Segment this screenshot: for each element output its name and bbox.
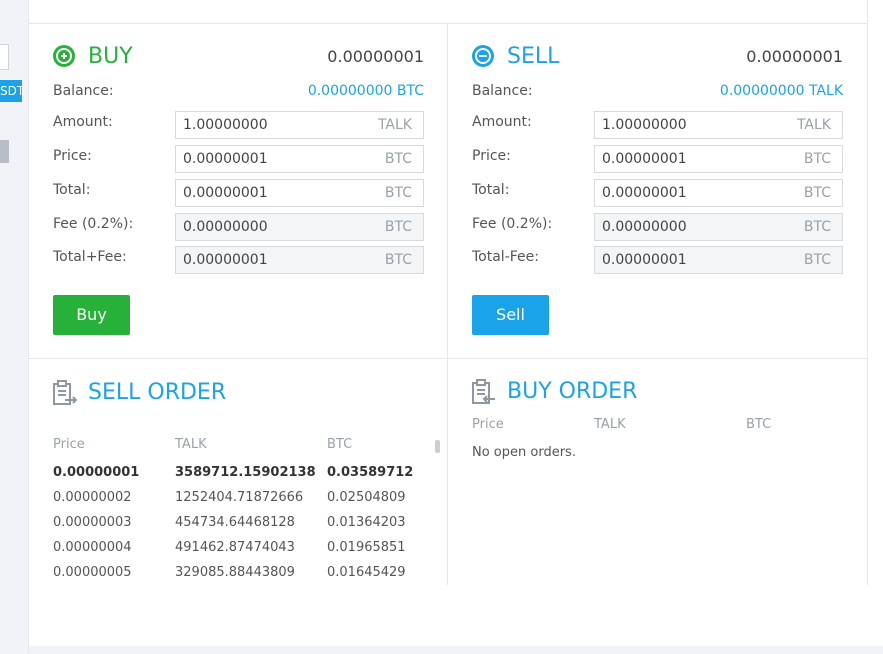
sell-total-fee-field: 0.00000001 BTC: [594, 246, 843, 274]
sell-order-rows: 0.00000001 3589712.15902138 0.03589712 0…: [53, 465, 433, 590]
buy-balance-value[interactable]: 0.00000000 BTC: [308, 83, 424, 99]
sell-total-fee-label: Total-Fee:: [472, 249, 539, 265]
buy-title: BUY: [88, 44, 133, 69]
buy-amount-input[interactable]: 1.00000000 TALK: [175, 111, 424, 139]
divider: [29, 23, 868, 24]
field-unit: BTC: [803, 185, 831, 201]
sell-amount-label: Amount:: [472, 114, 532, 130]
field-unit: BTC: [384, 252, 412, 268]
buy-price-input[interactable]: 0.00000001 BTC: [175, 145, 424, 173]
column-header-talk: TALK: [175, 437, 207, 452]
order-talk: 491462.87474043: [175, 540, 295, 555]
buy-total-input[interactable]: 0.00000001 BTC: [175, 179, 424, 207]
field-value: 0.00000001: [602, 252, 687, 268]
order-btc: 0.02504809: [327, 490, 406, 505]
sell-price-label: Price:: [472, 148, 511, 164]
right-margin: [868, 0, 883, 585]
sell-price-display: 0.00000001: [746, 47, 843, 66]
sell-amount-input[interactable]: 1.00000000 TALK: [594, 111, 843, 139]
buy-price-label: Price:: [53, 148, 92, 164]
column-header-btc: BTC: [327, 437, 353, 452]
order-row[interactable]: 0.00000002 1252404.71872666 0.02504809: [53, 490, 433, 515]
left-sidebar-strip: SDT: [0, 0, 29, 654]
buy-fee-field: 0.00000000 BTC: [175, 213, 424, 241]
sell-title: SELL: [507, 44, 560, 69]
field-unit: BTC: [803, 151, 831, 167]
sell-fee-label: Fee (0.2%):: [472, 216, 553, 232]
buy-button[interactable]: Buy: [53, 295, 130, 335]
footer-strip: [29, 646, 883, 654]
market-badge[interactable]: SDT: [0, 80, 22, 102]
buy-total-label: Total:: [53, 182, 91, 198]
sell-button[interactable]: Sell: [472, 295, 549, 335]
sidebar-search-input[interactable]: [0, 44, 9, 70]
order-list-icon: [53, 380, 77, 405]
no-orders-message: No open orders.: [472, 445, 576, 460]
field-value: 1.00000000: [183, 117, 268, 133]
order-row[interactable]: 0.00000005 329085.88443809 0.01645429: [53, 565, 433, 590]
order-price: 0.00000003: [53, 515, 132, 530]
order-talk: 3589712.15902138: [175, 465, 316, 480]
column-header-talk: TALK: [594, 417, 626, 432]
buy-price-display: 0.00000001: [327, 47, 424, 66]
field-value: 1.00000000: [602, 117, 687, 133]
order-btc: 0.01645429: [327, 565, 406, 580]
order-btc: 0.01364203: [327, 515, 406, 530]
order-price: 0.00000002: [53, 490, 132, 505]
divider: [447, 23, 448, 585]
sell-header: SELL 0.00000001: [472, 43, 843, 73]
buy-header: BUY 0.00000001: [53, 43, 424, 73]
buy-order-title: BUY ORDER: [507, 379, 638, 404]
field-value: 0.00000001: [183, 185, 268, 201]
footer-area: [29, 585, 883, 654]
buy-amount-label: Amount:: [53, 114, 113, 130]
field-unit: TALK: [796, 117, 831, 133]
order-talk: 454734.64468128: [175, 515, 295, 530]
field-unit: BTC: [384, 185, 412, 201]
order-price: 0.00000005: [53, 565, 132, 580]
column-header-btc: BTC: [746, 417, 772, 432]
field-unit: BTC: [384, 151, 412, 167]
sell-balance-value[interactable]: 0.00000000 TALK: [720, 83, 843, 99]
divider: [29, 358, 868, 359]
buy-total-fee-label: Total+Fee:: [53, 249, 127, 265]
minus-circle-icon: [472, 45, 494, 67]
sell-balance-label: Balance:: [472, 83, 533, 99]
column-header-price: Price: [472, 417, 504, 432]
order-price: 0.00000004: [53, 540, 132, 555]
order-list-icon: [472, 379, 495, 404]
field-value: 0.00000001: [602, 185, 687, 201]
field-value: 0.00000001: [183, 252, 268, 268]
buy-balance-label: Balance:: [53, 83, 114, 99]
order-btc: 0.01965851: [327, 540, 406, 555]
sell-fee-field: 0.00000000 BTC: [594, 213, 843, 241]
order-talk: 1252404.71872666: [175, 490, 304, 505]
plus-circle-icon: [53, 45, 75, 67]
column-header-price: Price: [53, 437, 85, 452]
order-row[interactable]: 0.00000001 3589712.15902138 0.03589712: [53, 465, 433, 490]
order-btc: 0.03589712: [327, 465, 414, 480]
order-list-scrollbar[interactable]: [435, 440, 440, 453]
field-unit: TALK: [377, 117, 412, 133]
buy-fee-label: Fee (0.2%):: [53, 216, 134, 232]
field-value: 0.00000001: [183, 151, 268, 167]
order-row[interactable]: 0.00000004 491462.87474043 0.01965851: [53, 540, 433, 565]
order-talk: 329085.88443809: [175, 565, 295, 580]
sell-price-input[interactable]: 0.00000001 BTC: [594, 145, 843, 173]
sell-total-label: Total:: [472, 182, 510, 198]
field-value: 0.00000000: [602, 219, 687, 235]
order-price: 0.00000001: [53, 465, 140, 480]
field-unit: BTC: [803, 219, 831, 235]
buy-total-fee-field: 0.00000001 BTC: [175, 246, 424, 274]
sell-total-input[interactable]: 0.00000001 BTC: [594, 179, 843, 207]
field-unit: BTC: [803, 252, 831, 268]
order-row[interactable]: 0.00000003 454734.64468128 0.01364203: [53, 515, 433, 540]
field-value: 0.00000001: [602, 151, 687, 167]
sidebar-scroll-block[interactable]: [0, 140, 9, 163]
field-unit: BTC: [384, 219, 412, 235]
field-value: 0.00000000: [183, 219, 268, 235]
sell-order-title: SELL ORDER: [88, 380, 227, 405]
